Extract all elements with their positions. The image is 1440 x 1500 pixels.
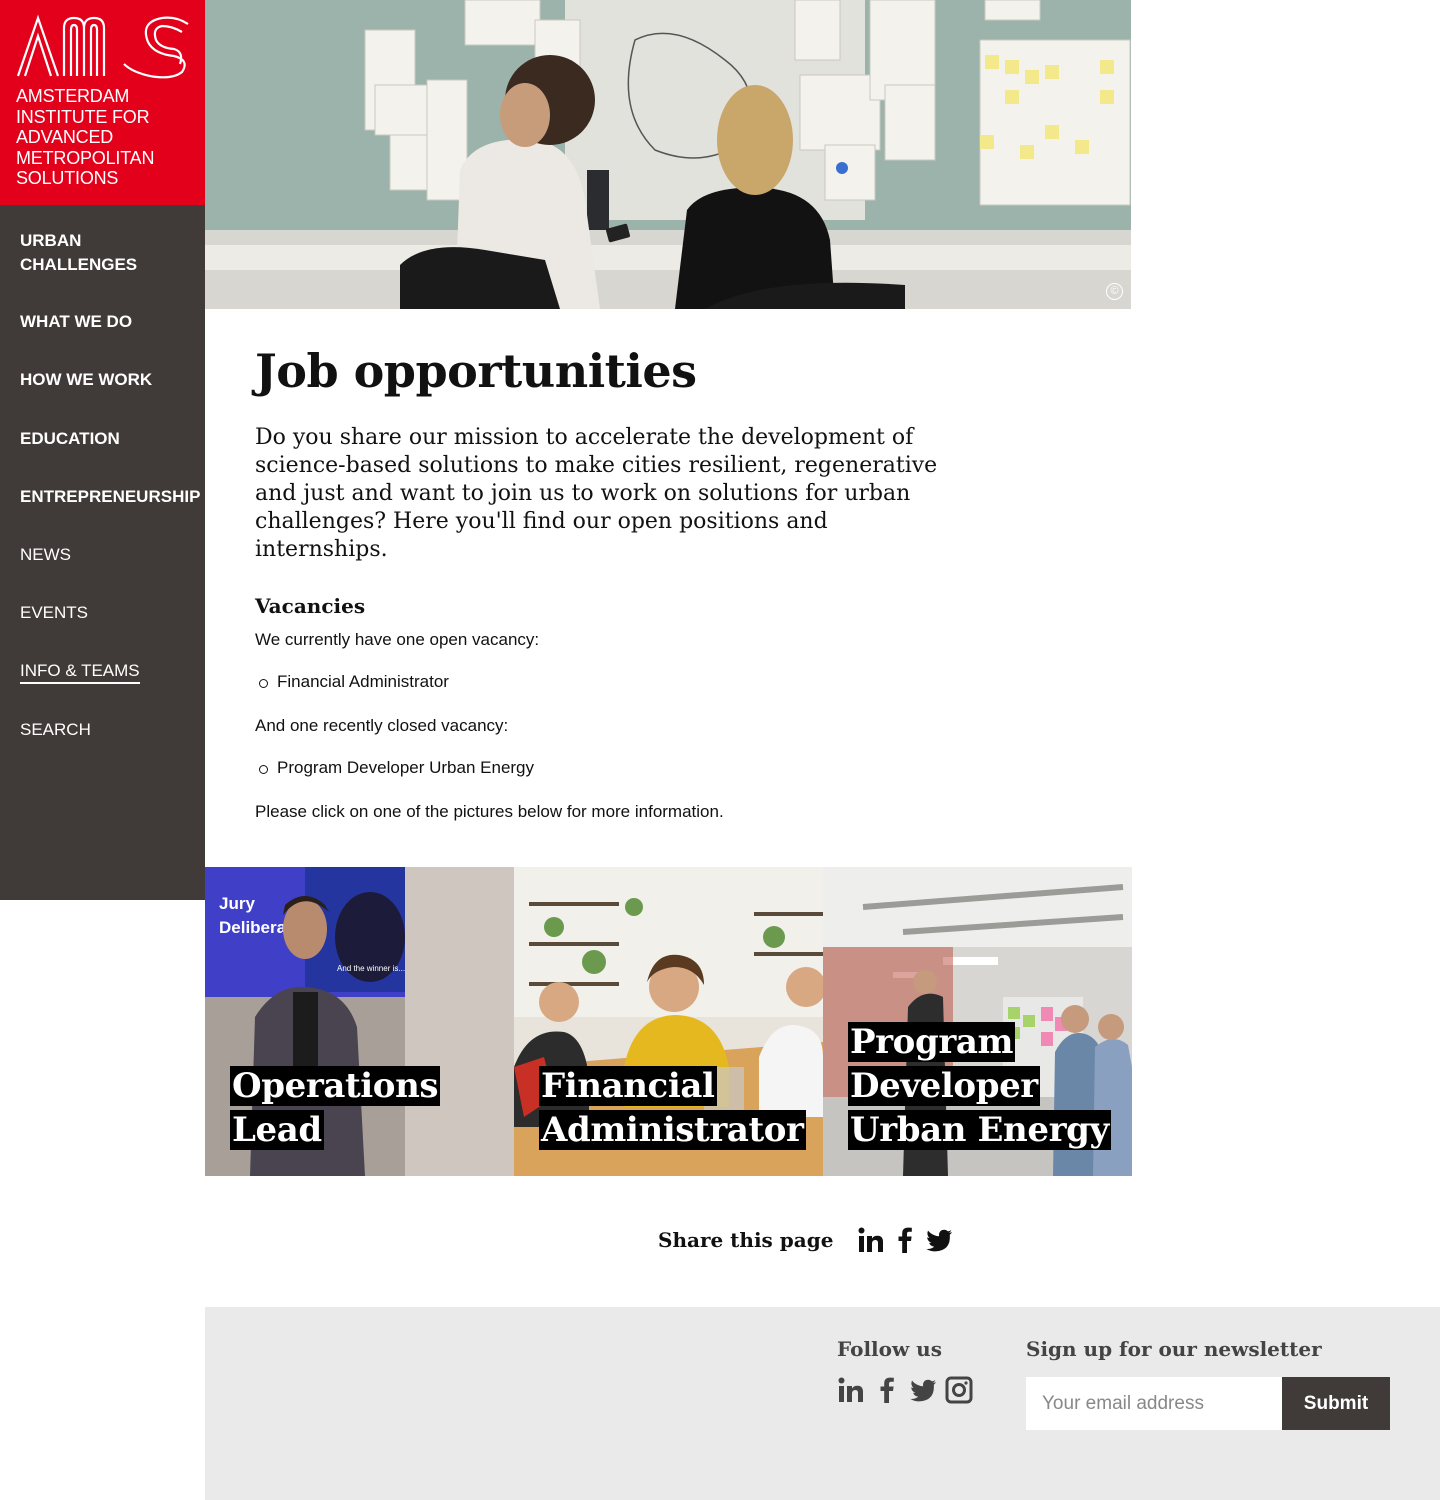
copyright-icon[interactable]: © <box>1106 283 1123 300</box>
job-card-financial-administrator[interactable]: Financial Administrator <box>514 867 823 1176</box>
nav-item-label: NEWS <box>20 545 71 564</box>
nav-item-label: ENTREPRENEURSHIP <box>20 487 201 506</box>
nav-item-events[interactable]: EVENTS <box>20 601 88 625</box>
facebook-icon[interactable] <box>873 1375 901 1405</box>
email-input[interactable] <box>1026 1377 1282 1430</box>
vacancies-heading: Vacancies <box>255 594 366 618</box>
submit-button[interactable]: Submit <box>1282 1377 1390 1430</box>
newsletter-heading: Sign up for our newsletter <box>1026 1337 1322 1361</box>
card-title-line: Urban Energy <box>848 1110 1111 1150</box>
twitter-icon[interactable] <box>925 1226 953 1254</box>
twitter-icon[interactable] <box>909 1375 937 1405</box>
card-title-line: Developer <box>848 1066 1040 1106</box>
nav-item-label: URBAN <box>20 231 82 250</box>
screen-text-2: Delibera <box>219 918 287 937</box>
card-title-line: Operations <box>230 1066 441 1106</box>
card-title-line: Administrator <box>539 1110 806 1150</box>
nav-item-label: CHALLENGES <box>20 255 138 274</box>
page-title: Job opportunities <box>255 344 697 398</box>
nav-item-search[interactable]: SEARCH <box>20 718 91 742</box>
main-content: Job opportunities Do you share our missi… <box>255 340 955 821</box>
linkedin-icon[interactable] <box>857 1226 885 1254</box>
card-title-line: Financial <box>539 1066 717 1106</box>
nav-item-urban-challenges[interactable]: URBAN CHALLENGES <box>20 229 137 277</box>
job-card-operations-lead[interactable]: Jury Delibera And the winner is... Opera… <box>205 867 514 1176</box>
footer: Follow us Sign up for our newsletter Sub… <box>205 1307 1440 1500</box>
nav-item-label: EVENTS <box>20 603 89 622</box>
closed-vacancy-text: And one recently closed vacancy: <box>255 716 509 735</box>
nav-item-what-we-do[interactable]: WHAT WE DO <box>20 310 132 334</box>
nav-item-entrepreneurship[interactable]: ENTREPRENEURSHIP <box>20 485 200 509</box>
follow-heading: Follow us <box>837 1337 942 1361</box>
nav-item-education[interactable]: EDUCATION <box>20 427 120 451</box>
linkedin-icon[interactable] <box>837 1375 865 1405</box>
nav-item-news[interactable]: NEWS <box>20 543 71 567</box>
logo-line-1: AMSTERDAM <box>16 86 130 106</box>
hero-photo <box>205 0 1131 309</box>
logo-line-2: INSTITUTE FOR <box>16 106 150 127</box>
job-card-program-developer-urban-energy[interactable]: Program Developer Urban Energy <box>823 867 1132 1176</box>
nav-item-label: WHAT WE DO <box>20 312 133 331</box>
card-title-line: Program <box>848 1022 1016 1062</box>
screen-text-3: And the winner is... <box>337 964 405 973</box>
open-vacancy-text: We currently have one open vacancy: <box>255 630 540 649</box>
instagram-icon[interactable] <box>945 1375 973 1405</box>
nav-item-label: HOW WE WORK <box>20 370 153 389</box>
share-label: Share this page <box>658 1228 834 1252</box>
nav-item-label: SEARCH <box>20 720 91 739</box>
facebook-icon[interactable] <box>891 1226 919 1254</box>
nav-item-info-teams[interactable]: INFO & TEAMS <box>20 659 140 684</box>
logo-text: AMSTERDAM INSTITUTE FOR ADVANCED METROPO… <box>16 86 154 189</box>
card-title: Program Developer Urban Energy <box>848 1020 1118 1152</box>
closed-vacancy-item: Program Developer Urban Energy <box>258 758 535 777</box>
nav-item-label: INFO & TEAMS <box>20 661 140 684</box>
share-bar: Share this page <box>658 1222 959 1258</box>
ams-logo-mark <box>16 14 189 79</box>
card-title: Operations Lead <box>230 1064 500 1152</box>
sidebar: AMSTERDAM INSTITUTE FOR ADVANCED METROPO… <box>0 0 205 900</box>
card-title: Financial Administrator <box>539 1064 809 1152</box>
logo[interactable]: AMSTERDAM INSTITUTE FOR ADVANCED METROPO… <box>0 0 205 205</box>
hero-image: © <box>205 0 1131 309</box>
nav-item-how-we-work[interactable]: HOW WE WORK <box>20 368 152 392</box>
nav-item-label: EDUCATION <box>20 429 120 448</box>
open-vacancy-item: Financial Administrator <box>259 672 449 691</box>
logo-line-3: ADVANCED <box>16 127 114 147</box>
intro-paragraph: Do you share our mission to accelerate t… <box>255 425 938 562</box>
logo-line-4: METROPOLITAN <box>16 147 155 168</box>
screen-text-1: Jury <box>219 894 255 913</box>
click-instruction-text: Please click on one of the pictures belo… <box>255 802 724 821</box>
card-title-line: Lead <box>230 1110 324 1150</box>
job-cards: Jury Delibera And the winner is... Opera… <box>205 867 1132 1176</box>
follow-icons <box>837 1375 981 1405</box>
logo-line-5: SOLUTIONS <box>16 168 119 188</box>
